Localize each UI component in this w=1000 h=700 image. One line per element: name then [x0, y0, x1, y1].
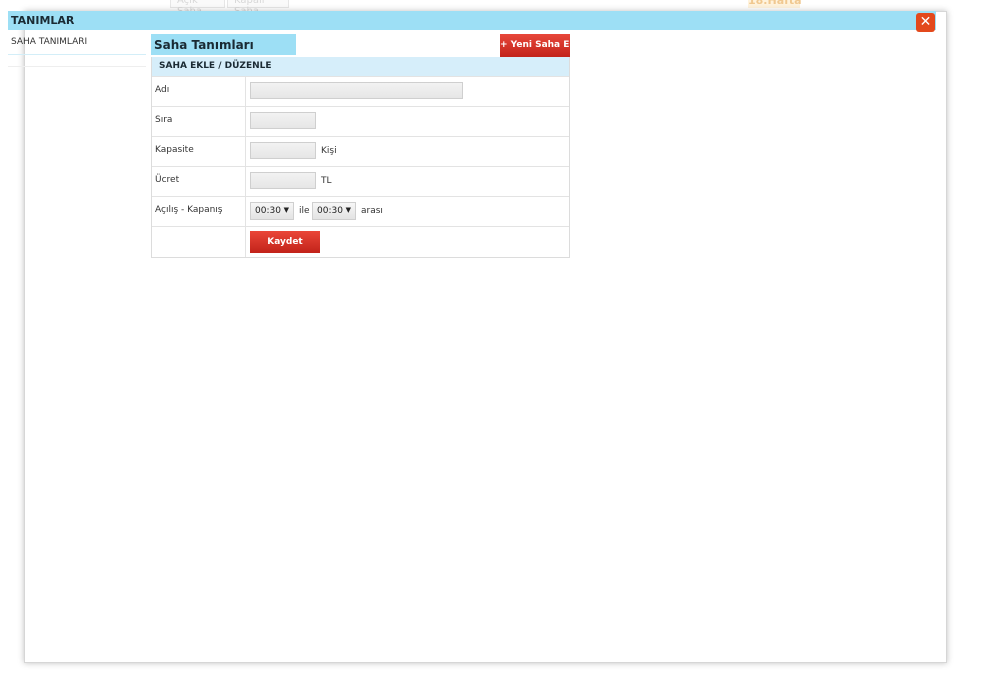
form-row-price: Ücret TL [152, 166, 569, 196]
sidebar-item-field-definitions[interactable]: SAHA TANIMLARI [8, 33, 146, 55]
field-form: SAHA EKLE / DÜZENLE Adı Sıra Kapasite Ki… [151, 57, 570, 258]
form-row-name: Adı [152, 76, 569, 106]
sidebar-divider [8, 55, 146, 67]
name-input[interactable] [250, 82, 463, 99]
price-input[interactable] [250, 172, 316, 189]
price-unit: TL [321, 176, 332, 186]
form-row-actions: Kaydet [152, 226, 569, 257]
modal-header: TANIMLAR ✕ [8, 11, 936, 32]
sidebar-item-label: SAHA TANIMLARI [11, 37, 88, 47]
form-row-capacity: Kapasite Kişi [152, 136, 569, 166]
background-week-badge: 18.Hafta [748, 0, 802, 8]
order-input[interactable] [250, 112, 316, 129]
order-label: Sıra [152, 107, 246, 136]
form-header: SAHA EKLE / DÜZENLE [152, 57, 569, 76]
save-button[interactable]: Kaydet [250, 231, 320, 253]
chevron-down-icon: ▼ [283, 206, 289, 214]
closing-time-select[interactable]: 00:30 ▼ [312, 202, 356, 220]
capacity-label: Kapasite [152, 137, 246, 166]
background-tab-open-field: Açık Saha [170, 0, 225, 17]
capacity-input[interactable] [250, 142, 316, 159]
closing-time-value: 00:30 [317, 206, 343, 216]
actions-label-cell [152, 227, 246, 257]
form-row-order: Sıra [152, 106, 569, 136]
name-label: Adı [152, 77, 246, 106]
opening-time-value: 00:30 [255, 206, 281, 216]
add-field-button[interactable]: + Yeni Saha Ekle [500, 34, 585, 57]
background-tab-closed-field: Kapalı Saha [227, 0, 289, 17]
between-label: ile [299, 206, 310, 216]
modal-title: TANIMLAR [11, 14, 75, 27]
hours-label: Açılış - Kapanış [152, 197, 246, 226]
opening-time-select[interactable]: 00:30 ▼ [250, 202, 294, 220]
range-suffix-label: arası [361, 206, 383, 216]
form-row-hours: Açılış - Kapanış 00:30 ▼ ile 00:30 ▼ ara… [152, 196, 569, 226]
sidebar: SAHA TANIMLARI [8, 33, 146, 67]
capacity-unit: Kişi [321, 146, 337, 156]
chevron-down-icon: ▼ [345, 206, 351, 214]
price-label: Ücret [152, 167, 246, 196]
close-icon[interactable]: ✕ [916, 13, 935, 32]
section-title: Saha Tanımları [151, 34, 296, 55]
